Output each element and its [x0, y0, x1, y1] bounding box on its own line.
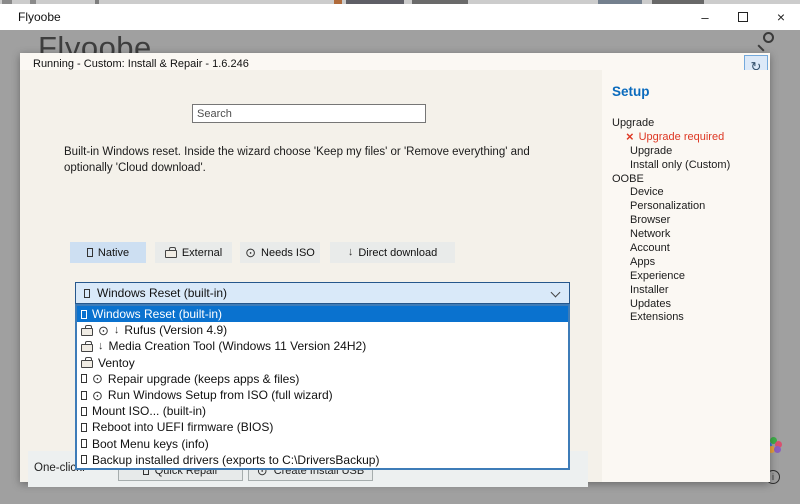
download-icon: ↓: [348, 247, 354, 258]
search-icon[interactable]: [756, 31, 776, 51]
window-icon: [84, 289, 90, 298]
sidebar-item-upgrade[interactable]: Upgrade: [612, 144, 730, 158]
sidebar-item-installer[interactable]: Installer: [612, 283, 730, 297]
dropdown-item[interactable]: Backup installed drivers (exports to C:\…: [77, 452, 568, 468]
disc-icon: ⊙: [98, 324, 109, 337]
title-bar: Flyoobe – ×: [0, 4, 800, 30]
tab-label: Needs ISO: [261, 247, 315, 259]
window-icon: [87, 248, 93, 257]
disc-icon: ⊙: [92, 372, 103, 385]
sidebar-heading: Setup: [612, 84, 650, 99]
search-input[interactable]: [192, 104, 426, 123]
dropdown-list: Windows Reset (built-in) ⊙ ↓ Rufus (Vers…: [75, 304, 570, 470]
disc-icon: ⊙: [92, 389, 103, 402]
content-area: Built-in Windows reset. Inside the wizar…: [20, 70, 602, 482]
close-button[interactable]: ×: [762, 4, 800, 30]
window-icon: [81, 391, 87, 400]
toolbox-icon: [81, 328, 93, 336]
dropdown-item[interactable]: Boot Menu keys (info): [77, 436, 568, 452]
minimize-button[interactable]: –: [686, 4, 724, 30]
close-icon: ×: [777, 9, 785, 25]
tab-native[interactable]: Native: [70, 242, 146, 263]
sidebar-item-network[interactable]: Network: [612, 227, 730, 241]
tool-combobox[interactable]: Windows Reset (built-in): [75, 282, 570, 304]
main-panel: Running - Custom: Install & Repair - 1.6…: [20, 53, 770, 482]
tab-label: Direct download: [358, 247, 437, 259]
dropdown-item[interactable]: ⊙ ↓ Rufus (Version 4.9): [77, 322, 568, 338]
window-icon: [81, 407, 87, 416]
sidebar-item-oobe-section[interactable]: OOBE: [612, 172, 730, 186]
toolbox-icon: [81, 344, 93, 352]
sidebar-item-upgrade-required[interactable]: × Upgrade required: [612, 130, 730, 144]
download-icon: ↓: [114, 325, 120, 336]
dropdown-item[interactable]: Mount ISO... (built-in): [77, 403, 568, 419]
dropdown-item[interactable]: Windows Reset (built-in): [77, 306, 568, 322]
sidebar-item-device[interactable]: Device: [612, 185, 730, 199]
disc-icon: ⊙: [245, 246, 256, 259]
window-icon: [81, 439, 87, 448]
error-x-icon: ×: [626, 130, 634, 143]
toolbox-icon: [165, 250, 177, 258]
window-icon: [81, 310, 87, 319]
sidebar-item-upgrade-section[interactable]: Upgrade: [612, 116, 730, 130]
window-icon: [81, 374, 87, 383]
dropdown-item[interactable]: ↓ Media Creation Tool (Windows 11 Versio…: [77, 338, 568, 354]
download-icon: ↓: [98, 341, 104, 352]
tab-needs-iso[interactable]: ⊙ Needs ISO: [240, 242, 320, 263]
tab-label: Native: [98, 247, 129, 259]
maximize-icon: [738, 12, 748, 22]
window-icon: [81, 423, 87, 432]
dropdown-item[interactable]: Reboot into UEFI firmware (BIOS): [77, 419, 568, 435]
maximize-button[interactable]: [724, 4, 762, 30]
minimize-icon: –: [701, 10, 708, 25]
setup-sidebar: Setup Upgrade × Upgrade required Upgrade…: [608, 70, 770, 482]
combobox-value: Windows Reset (built-in): [97, 286, 227, 300]
tab-external[interactable]: External: [155, 242, 232, 263]
sidebar-item-browser[interactable]: Browser: [612, 213, 730, 227]
status-text: Running - Custom: Install & Repair - 1.6…: [33, 58, 249, 70]
chevron-down-icon: [551, 288, 561, 298]
tab-direct-download[interactable]: ↓ Direct download: [330, 242, 455, 263]
sidebar-item-extensions[interactable]: Extensions: [612, 310, 730, 324]
description-text: Built-in Windows reset. Inside the wizar…: [64, 145, 572, 177]
dropdown-item[interactable]: Ventoy: [77, 355, 568, 371]
window-title: Flyoobe: [18, 10, 61, 24]
toolbox-icon: [81, 360, 93, 368]
sidebar-item-install-only[interactable]: Install only (Custom): [612, 158, 730, 172]
sidebar-item-apps[interactable]: Apps: [612, 255, 730, 269]
sidebar-item-updates[interactable]: Updates: [612, 297, 730, 311]
sidebar-item-experience[interactable]: Experience: [612, 269, 730, 283]
tab-label: External: [182, 247, 222, 259]
window-icon: [81, 455, 87, 464]
dropdown-item[interactable]: ⊙ Repair upgrade (keeps apps & files): [77, 371, 568, 387]
dropdown-item[interactable]: ⊙ Run Windows Setup from ISO (full wizar…: [77, 387, 568, 403]
sidebar-item-account[interactable]: Account: [612, 241, 730, 255]
sidebar-item-personalization[interactable]: Personalization: [612, 199, 730, 213]
